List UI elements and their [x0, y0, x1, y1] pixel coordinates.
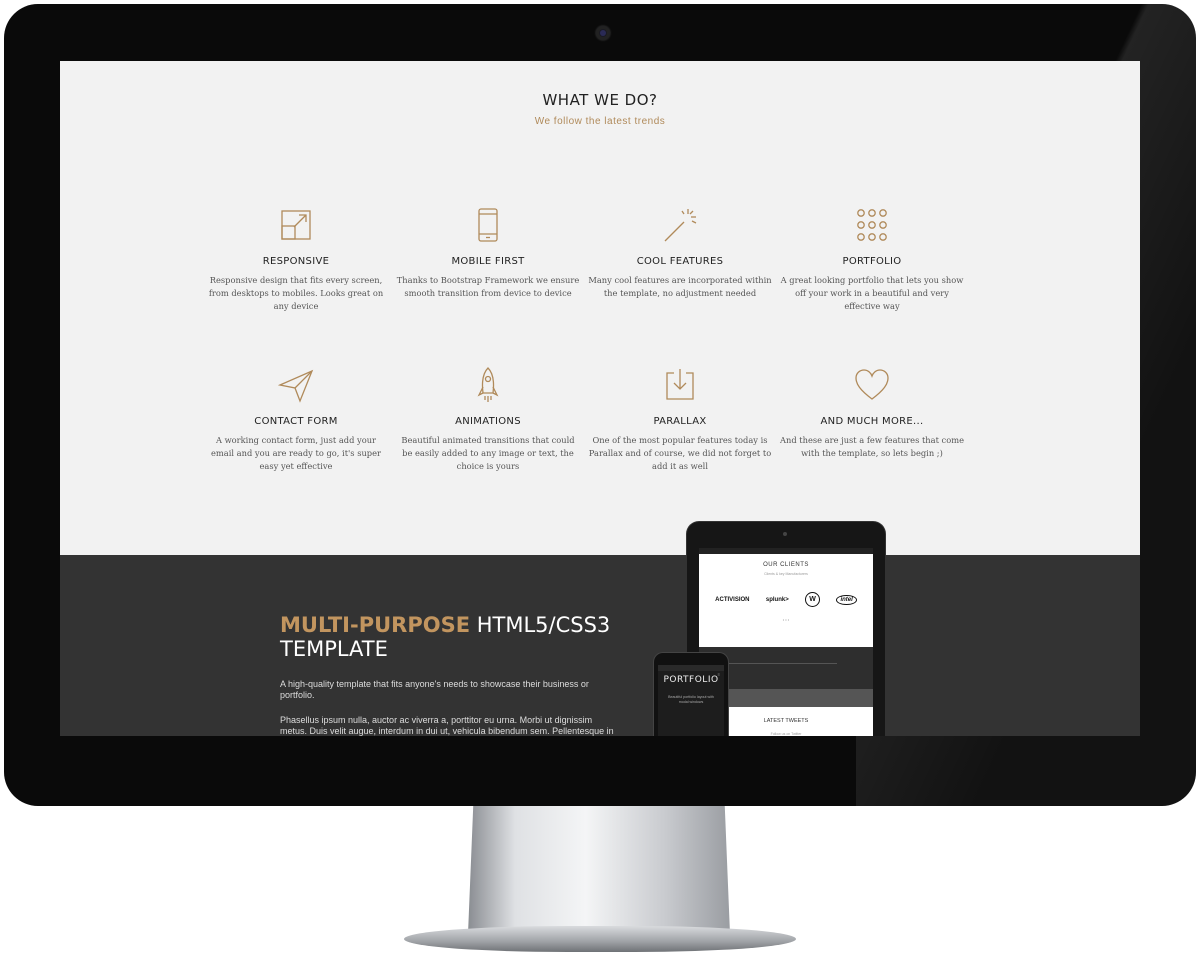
feature-description: Thanks to Bootstrap Framework we ensure …: [396, 275, 580, 298]
feature-title: COOL FEATURES: [636, 256, 724, 267]
promo-paragraph-2: Phasellus ipsum nulla, auctor ac viverra…: [280, 715, 614, 736]
promo-title-part: HTML5/CSS3: [470, 613, 611, 637]
splunk-logo: splunk>: [765, 596, 789, 603]
feature-cool-features: COOL FEATURES Many cool features are inc…: [584, 205, 776, 300]
magic-wand-icon: [664, 209, 697, 242]
feature-title: MOBILE FIRST: [451, 256, 525, 267]
carousel-dots: • • •: [782, 617, 790, 622]
feature-much-more: AND MUCH MORE... And these are just a fe…: [776, 365, 968, 460]
feature-title: RESPONSIVE: [262, 256, 330, 267]
grid-dots-icon: [857, 209, 887, 241]
feature-description: One of the most popular features today i…: [588, 435, 772, 471]
promo-title: MULTI-PURPOSE HTML5/CSS3 TEMPLATE: [280, 613, 610, 661]
activision-logo: ACTIVISION: [715, 596, 750, 603]
tablet-camera: [783, 532, 787, 536]
feature-description: Responsive design that fits every screen…: [208, 275, 384, 311]
feature-portfolio: PORTFOLIO A great looking portfolio that…: [776, 205, 968, 313]
promo-title-accent: MULTI-PURPOSE: [280, 613, 471, 637]
phone-screen: ≡ PORTFOLIO Beautiful portfolio layout w…: [658, 665, 724, 736]
monitor-stand-neck: [468, 806, 730, 934]
wordpress-logo: W: [805, 592, 821, 607]
rocket-icon: [477, 367, 499, 402]
promo-title-part-2: TEMPLATE: [280, 637, 388, 661]
heart-icon: [855, 369, 889, 400]
website-screen: WHAT WE DO? We follow the latest trends …: [60, 61, 1140, 736]
tablet-clients-subtitle: Clients & key Manufacturers: [764, 572, 808, 576]
responsive-icon: [281, 210, 311, 240]
mobile-icon: [478, 208, 498, 242]
feature-title: PARALLAX: [653, 416, 707, 427]
section-title: WHAT WE DO?: [542, 91, 658, 109]
promo-paragraph-1: A high-quality template that fits anyone…: [280, 679, 589, 700]
feature-title: PORTFOLIO: [842, 256, 902, 267]
feature-description: Beautiful animated transitions that coul…: [401, 435, 575, 471]
paper-plane-icon: [277, 369, 314, 403]
feature-description: A working contact form, just add your em…: [211, 435, 381, 471]
phone-status-bar: [658, 665, 724, 671]
feature-mobile-first: MOBILE FIRST Thanks to Bootstrap Framewo…: [392, 205, 584, 300]
client-logos: ACTIVISION splunk> W intel: [699, 592, 873, 607]
menu-icon: ≡: [717, 672, 720, 677]
promo-section: MULTI-PURPOSE HTML5/CSS3 TEMPLATE A high…: [60, 555, 1140, 736]
feature-description: A great looking portfolio that lets you …: [780, 275, 964, 311]
feature-title: AND MUCH MORE...: [820, 416, 924, 427]
feature-title: ANIMATIONS: [455, 416, 521, 427]
webcam: [596, 26, 610, 40]
intel-logo: intel: [836, 594, 857, 605]
feature-title: CONTACT FORM: [254, 416, 338, 427]
tablet-clients-title: OUR CLIENTS: [763, 562, 809, 568]
features-grid: RESPONSIVE Responsive design that fits e…: [200, 205, 1000, 535]
monitor-stand-base: [404, 926, 796, 952]
phone-portfolio-subtitle: Beautiful portfolio layout with modal wi…: [668, 695, 714, 704]
feature-description: Many cool features are incorporated with…: [588, 275, 772, 298]
newsletter-input-line: [729, 663, 837, 664]
feature-parallax: PARALLAX One of the most popular feature…: [584, 365, 776, 473]
feature-responsive: RESPONSIVE Responsive design that fits e…: [200, 205, 392, 313]
feature-description: And these are just a few features that c…: [780, 435, 964, 458]
feature-animations: ANIMATIONS Beautiful animated transition…: [392, 365, 584, 473]
download-icon: [666, 369, 694, 400]
phone-mockup: ≡ PORTFOLIO Beautiful portfolio layout w…: [654, 653, 728, 736]
phone-portfolio-title: PORTFOLIO: [663, 675, 719, 685]
feature-contact-form: CONTACT FORM A working contact form, jus…: [200, 365, 392, 473]
section-subtitle: We follow the latest trends: [534, 116, 666, 127]
tablet-status-bar: [699, 548, 873, 554]
